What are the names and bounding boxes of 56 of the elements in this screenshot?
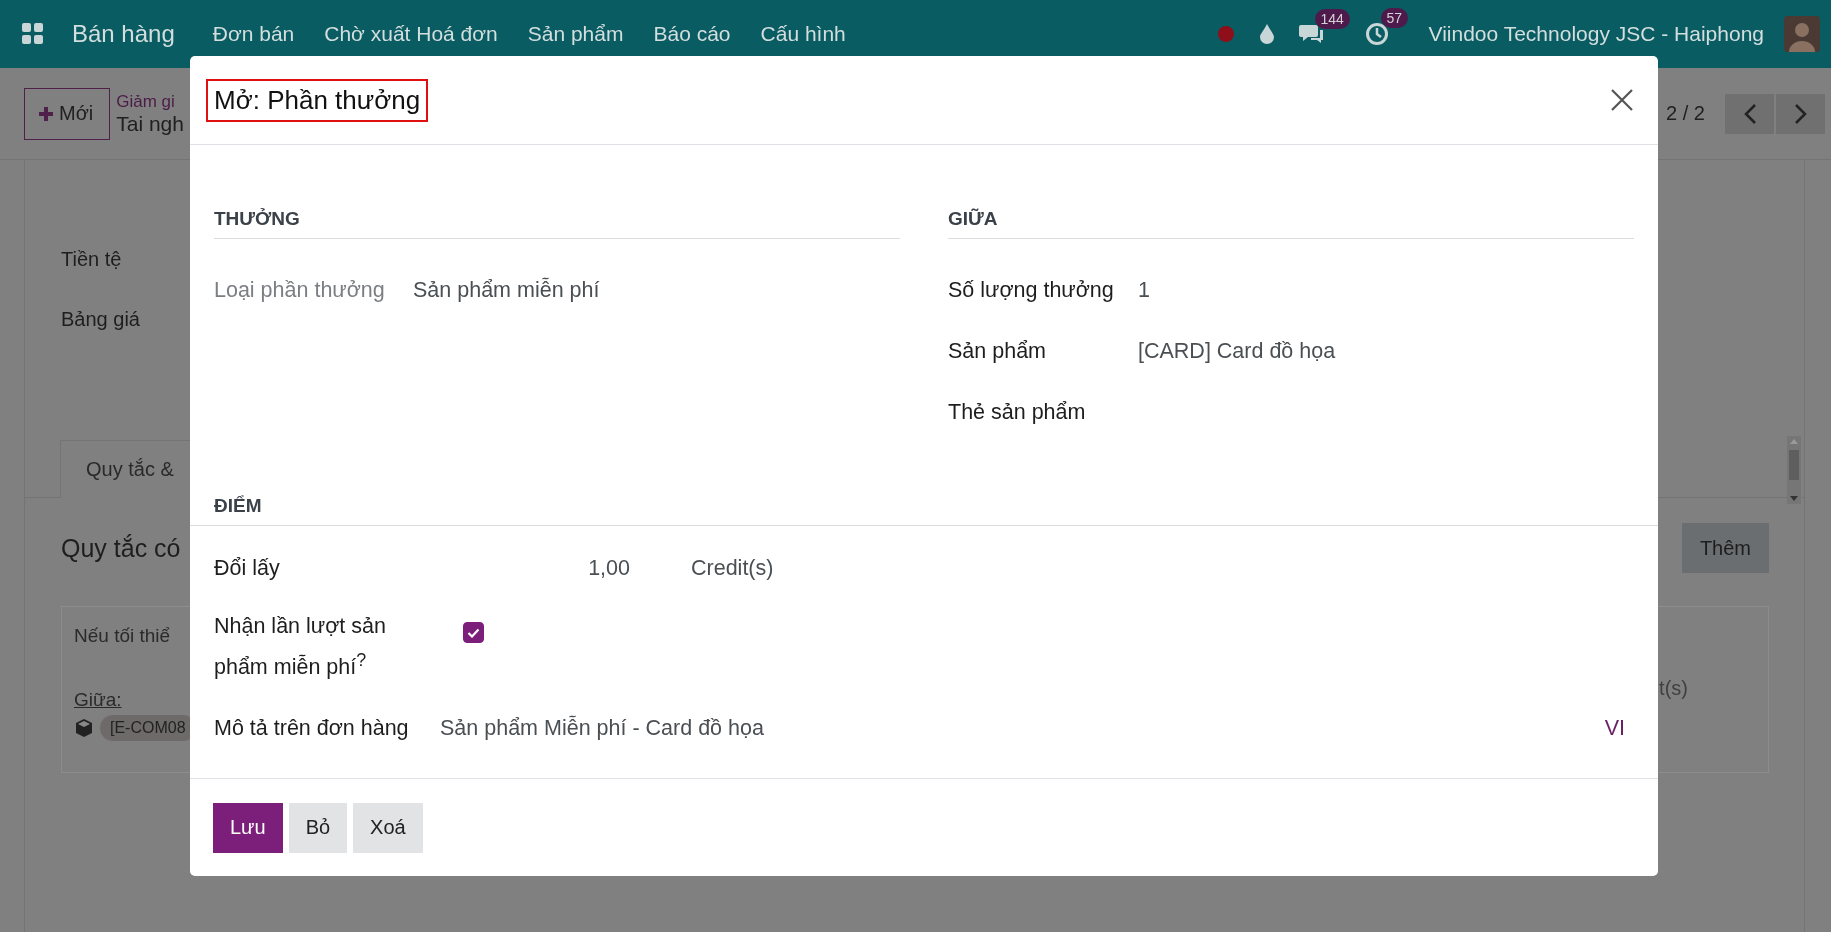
apps-menu-icon[interactable] — [22, 23, 44, 45]
breadcrumb-link[interactable]: Giảm gi — [116, 91, 184, 112]
field-label: Bảng giá — [61, 308, 141, 331]
record-title: Tai ngh — [116, 111, 184, 136]
chevron-right-icon — [1793, 102, 1808, 125]
menu-item[interactable]: Sản phẩm — [527, 22, 624, 46]
field-value[interactable]: 1,00 — [494, 556, 630, 581]
field-value[interactable]: Sản phẩm Miễn phí - Card đồ họa — [440, 716, 1605, 742]
field-label: Tiền tệ — [61, 248, 123, 271]
section-heading: THƯỞNG — [214, 208, 300, 229]
clock-icon[interactable] — [1364, 22, 1389, 46]
drop-icon[interactable] — [1258, 23, 1275, 45]
dialog-title: Mở: Phần thưởng — [206, 78, 429, 122]
field-label: Loại phần thưởng — [214, 278, 386, 303]
pager-counter[interactable]: 2 / 2 — [1666, 102, 1705, 125]
menu-item[interactable]: Báo cáo — [653, 22, 731, 46]
next-button[interactable] — [1776, 93, 1825, 134]
dialog-button[interactable]: Xoá — [353, 802, 423, 853]
menu-item[interactable]: Chờ xuất Hoá đơn — [324, 22, 498, 46]
cube-icon — [74, 718, 94, 738]
new-button[interactable]: Mới — [24, 87, 111, 140]
save-button[interactable]: Lưu — [213, 802, 283, 853]
check-icon — [467, 627, 480, 638]
menu-item[interactable]: Cấu hình — [760, 22, 846, 46]
field-label: Thẻ sản phẩm — [948, 400, 1087, 425]
field-value[interactable]: 1 — [1138, 278, 1150, 303]
field-value[interactable]: Sản phẩm miễn phí — [413, 278, 600, 303]
field-value[interactable]: [CARD] Card đồ họa — [1138, 339, 1336, 364]
chat-icon[interactable] — [1298, 23, 1325, 45]
chevron-left-icon — [1742, 102, 1757, 125]
activity-count: 57 — [1380, 8, 1409, 28]
scrollbar[interactable] — [1787, 436, 1801, 504]
plus-icon — [39, 106, 53, 121]
field-label: Đổi lấy — [214, 556, 281, 581]
message-count: 144 — [1314, 9, 1350, 29]
company-name[interactable]: Viindoo Technology JSC - Haiphong — [1428, 22, 1764, 46]
field-label: Mô tả trên đơn hàng — [214, 716, 410, 742]
field-label: Số lượng thưởng — [948, 278, 1115, 303]
checkbox[interactable] — [463, 622, 484, 643]
menu-item[interactable]: Đơn bán — [212, 22, 295, 46]
unit-label: Credit(s) — [691, 556, 774, 581]
record-dot-icon[interactable] — [1216, 25, 1235, 43]
section-title: Quy tắc có — [61, 533, 181, 563]
section-heading: GIỮA — [948, 208, 998, 229]
section-heading: ĐIỂM — [214, 495, 262, 516]
among-label: Giữa: — [74, 689, 123, 711]
previous-button[interactable] — [1725, 93, 1774, 134]
app-name[interactable]: Bán hàng — [72, 20, 175, 48]
language-button[interactable]: VI — [1604, 716, 1625, 742]
field-label: Nhận lần lượt sản phẩm miễn phí$^{?}$ — [214, 613, 387, 682]
close-icon[interactable] — [1610, 88, 1634, 112]
field-label: Sản phẩm — [948, 339, 1047, 364]
rule-text: t(s) — [1659, 677, 1688, 700]
dialog-button[interactable]: Bỏ — [288, 802, 348, 853]
rule-text: Nếu tối thiể — [74, 625, 172, 647]
add-button[interactable]: Thêm — [1681, 523, 1769, 573]
